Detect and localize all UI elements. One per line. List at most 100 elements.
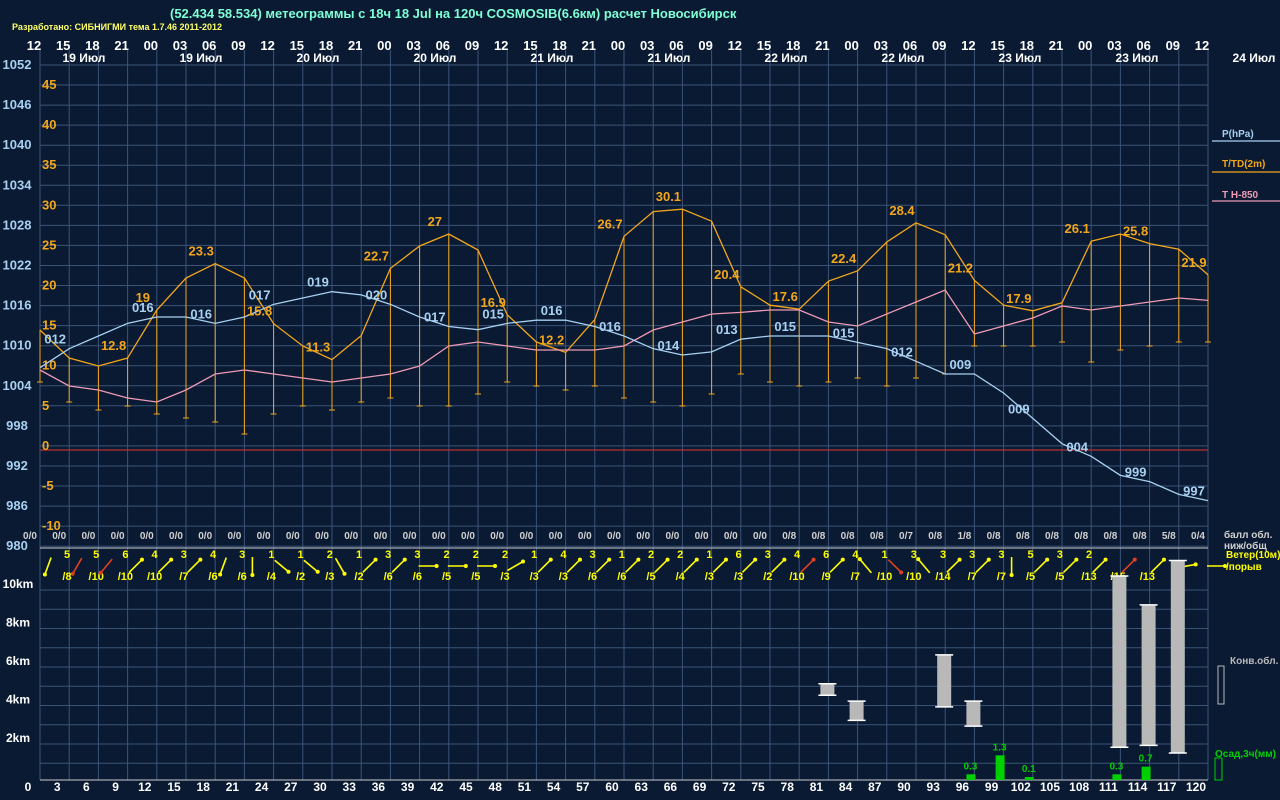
wind-arrow-head <box>1103 557 1108 562</box>
forecast-hour-label: 66 <box>664 780 678 794</box>
forecast-hour-label: 81 <box>810 780 824 794</box>
wind-arrow-head <box>1074 557 1079 562</box>
wind-gust-label: /3 <box>325 571 334 583</box>
cloud-cover-label: 0/0 <box>140 531 154 542</box>
pressure-value-label: 014 <box>658 338 680 353</box>
convective-cloud-bar <box>966 701 981 727</box>
wind-arrow-head <box>98 570 103 575</box>
wind-arrow-head <box>1193 562 1198 567</box>
forecast-hour-label: 45 <box>459 780 473 794</box>
wind-speed-label: 6 <box>122 549 128 561</box>
hour-tick-label: 00 <box>1078 38 1092 53</box>
pressure-value-label: 016 <box>132 300 154 315</box>
pressure-value-label: 004 <box>1066 439 1088 454</box>
temp-tick-label: 35 <box>42 157 56 172</box>
date-label: 19 Июл <box>63 51 106 65</box>
precip-bar <box>995 755 1005 780</box>
wind-gust-label: /3 <box>500 571 509 583</box>
date-label: 22 Июл <box>765 51 808 65</box>
hour-tick-label: 12 <box>1195 38 1209 53</box>
wind-speed-label: 2 <box>677 549 683 561</box>
cloud-cover-label: 0/0 <box>23 531 37 542</box>
forecast-hour-label: 114 <box>1128 780 1148 794</box>
wind-speed-label: 6 <box>736 549 742 561</box>
cloud-cover-label: 0/0 <box>665 531 679 542</box>
pressure-tick-label: 1004 <box>3 378 33 393</box>
cloud-cover-label: 0/0 <box>432 531 446 542</box>
wind-arrow-head <box>548 557 553 562</box>
legend-pressure: P(hPa) <box>1222 129 1254 140</box>
wind-arrow-head <box>463 564 468 568</box>
wind-gust-label: /3 <box>734 571 743 583</box>
temperature-value-label: 21.9 <box>1181 255 1206 270</box>
legend-precip-box <box>1214 757 1223 781</box>
pressure-tick-label: 1052 <box>3 57 32 72</box>
forecast-hour-label: 15 <box>167 780 181 794</box>
wind-speed-label: 5 <box>1028 549 1034 561</box>
wind-gust-label: /3 <box>530 571 539 583</box>
wind-gust-label: /5 <box>471 571 480 583</box>
wind-arrow-head <box>1132 557 1137 562</box>
height-tick-label: 2km <box>6 731 30 745</box>
cloud-cover-label: 0/0 <box>753 531 767 542</box>
wind-arrow-head <box>782 557 787 562</box>
wind-gust-label: /10 <box>906 571 921 583</box>
legend-clouds: балл обл. <box>1224 529 1273 541</box>
legend-precip: Осад,3ч(мм) <box>1215 749 1276 760</box>
pressure-value-label: 012 <box>891 344 913 359</box>
wind-arrow-head <box>250 573 255 577</box>
hour-tick-label: 00 <box>144 38 158 53</box>
wind-arrow <box>1150 559 1165 573</box>
hour-tick-label: 12 <box>260 38 274 53</box>
pressure-value-label: 999 <box>1125 465 1147 480</box>
wind-arrow <box>800 559 815 573</box>
wind-speed-label: 1 <box>882 549 888 561</box>
cloud-cover-label: 0/0 <box>461 531 475 542</box>
forecast-hour-label: 36 <box>372 780 386 794</box>
wind-gust-label: /14 <box>935 571 951 583</box>
temperature-value-label: 15.8 <box>247 304 272 319</box>
legend-temperature: T/TD(2m) <box>1222 159 1265 170</box>
forecast-hour-label: 3 <box>54 780 61 794</box>
temp-tick-label: 40 <box>42 117 56 132</box>
wind-speed-label: 3 <box>590 549 596 561</box>
cloud-cover-label: 0/0 <box>315 531 329 542</box>
pressure-value-label: 015 <box>482 306 504 321</box>
temp-tick-label: 25 <box>42 237 56 252</box>
forecast-hour-label: 18 <box>197 780 211 794</box>
cloud-cover-label: 0/0 <box>578 531 592 542</box>
wind-speed-label: 3 <box>414 549 420 561</box>
wind-gust-label: /6 <box>617 571 626 583</box>
forecast-hour-label: 24 <box>255 780 269 794</box>
wind-arrow <box>829 559 844 573</box>
forecast-hour-label: 93 <box>927 780 941 794</box>
wind-arrow-head <box>169 557 174 562</box>
temperature-value-label: 12.8 <box>101 338 126 353</box>
wind-gust-label: /6 <box>238 571 247 583</box>
wind-arrow-head <box>694 557 699 562</box>
wind-arrow-head <box>607 557 612 562</box>
hour-tick-label: 12 <box>961 38 975 53</box>
cloud-cover-label: 0/0 <box>169 531 183 542</box>
cloud-cover-label: 0/8 <box>1045 531 1059 542</box>
temperature-value-label: 17.9 <box>1006 291 1031 306</box>
wind-arrow-head <box>315 569 320 574</box>
pressure-value-label: 016 <box>190 306 212 321</box>
wind-speed-label: 6 <box>823 549 829 561</box>
cloud-cover-label: 0/0 <box>549 531 563 542</box>
wind-speed-label: 1 <box>531 549 537 561</box>
cloud-cover-label: 1/8 <box>957 531 971 542</box>
wind-gust-label: /4 <box>676 571 686 583</box>
temperature-value-label: 28.4 <box>889 203 915 218</box>
pressure-value-label: 017 <box>249 287 271 302</box>
wind-gust-label: /5 <box>646 571 655 583</box>
temperature-value-label: 26.7 <box>597 216 622 231</box>
forecast-hour-label: 42 <box>430 780 444 794</box>
hour-tick-label: 21 <box>348 38 362 53</box>
wind-gust-label: /7 <box>968 571 977 583</box>
hour-tick-label: 21 <box>815 38 829 53</box>
forecast-hour-label: 108 <box>1069 780 1089 794</box>
temperature-value-label: 21.2 <box>948 260 973 275</box>
legend-wind: Ветер(10м) <box>1226 550 1280 561</box>
height-tick-label: 4km <box>6 693 30 707</box>
